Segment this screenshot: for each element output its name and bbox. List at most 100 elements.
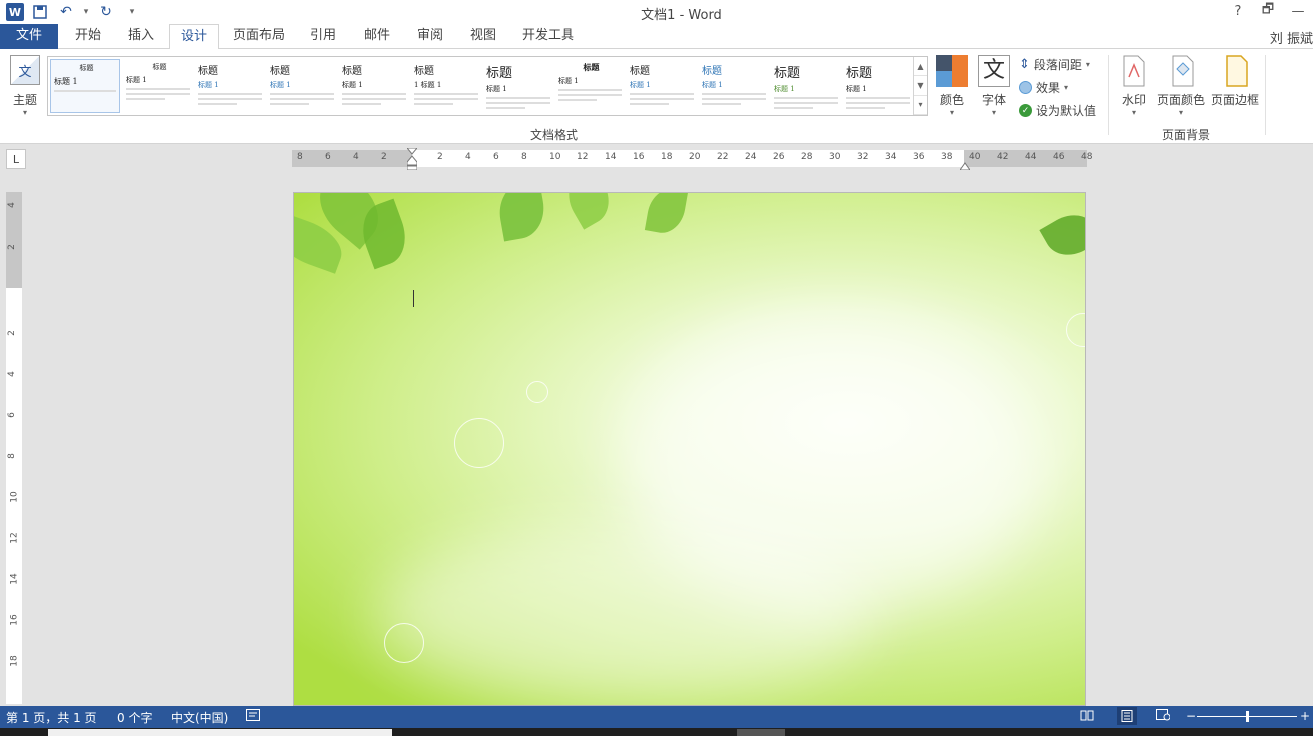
themes-button[interactable]: 文 主题 ▾ [8,55,42,117]
page-borders-button[interactable]: 页面边框 [1209,55,1261,108]
ruler-bar: L 8 6 4 2 2 4 6 8 10 12 14 16 18 20 22 24 26 28 30 32 34 36 38… [0,144,1313,174]
style-set-item[interactable]: 标题 标题 1 [195,59,265,113]
style-text-line [126,98,165,100]
read-mode-icon[interactable] [1080,709,1094,724]
user-name[interactable]: 刘 振斌 [1270,28,1313,47]
tab-developer[interactable]: 开发工具 [512,24,584,49]
page-color-button[interactable]: 页面颜色 ▾ [1155,55,1207,117]
style-text-line [774,107,813,109]
taskbar [0,728,1313,736]
style-set-item[interactable]: 标题 标题 1 [627,59,697,113]
ruler-number: 2 [381,152,387,162]
minimize-button[interactable]: — [1283,0,1313,22]
style-set-item[interactable]: 标题 标题 1 [555,59,625,113]
style-set-item[interactable]: 标题 标题 1 [699,59,769,113]
style-text-line [342,98,406,100]
macro-record-icon[interactable] [246,709,260,724]
style-set-item[interactable]: 标题 标题 1 [771,59,841,113]
ruler-number: 4 [6,371,17,377]
gallery-more-icon[interactable]: ▾ [914,96,927,115]
tab-review[interactable]: 审阅 [405,24,455,49]
style-heading: 标题 [630,66,650,77]
style-sub: 标题 1 [774,85,795,93]
style-text-line [774,97,838,99]
style-sub: 标题 1 [558,77,579,85]
bubble-decoration [526,381,548,403]
tab-home[interactable]: 开始 [62,24,114,49]
themes-icon: 文 [10,55,40,85]
language-indicator[interactable]: 中文(中国) [171,709,228,726]
ruler-number: 8 [297,152,303,162]
style-sub: 标题 1 [54,77,78,86]
gallery-scroll-down-icon[interactable]: ▼ [914,76,927,96]
style-set-item[interactable]: 标题 1 标题 1 [411,59,481,113]
set-as-default-button[interactable]: ✓ 设为默认值 [1019,102,1096,119]
style-set-item[interactable]: 标题 标题 1 [339,59,409,113]
fonts-button[interactable]: 文 字体 ▾ [977,55,1011,117]
word-count[interactable]: 0 个字 [117,709,152,726]
tab-selector-button[interactable]: L [6,149,26,169]
style-heading: 标题 [270,66,290,77]
style-sub: 1 标题 1 [414,81,442,89]
style-heading: 标题 [152,63,167,71]
zoom-out-button[interactable]: − [1186,709,1196,723]
tab-view[interactable]: 视图 [458,24,508,49]
taskbar-item[interactable] [48,729,392,736]
style-text-line [702,103,741,105]
print-layout-icon[interactable] [1117,707,1137,725]
ruler-number: 16 [9,614,20,626]
tab-references[interactable]: 引用 [298,24,348,49]
tab-page-layout[interactable]: 页面布局 [224,24,294,49]
ruler-number: 16 [633,152,645,162]
style-set-item[interactable]: 标题 标题 1 [267,59,337,113]
ruler-number: 6 [325,152,331,162]
style-sub: 标题 1 [630,81,651,89]
effects-button[interactable]: 效果 ▾ [1019,79,1068,96]
tab-file[interactable]: 文件 [0,24,58,49]
paragraph-spacing-button[interactable]: ⇕ 段落间距 ▾ [1019,56,1090,73]
style-set-item[interactable]: 标题 标题 1 [843,59,913,113]
tab-insert[interactable]: 插入 [115,24,167,49]
ruler-number: 18 [9,655,20,667]
ruler-number: 2 [6,244,17,250]
style-set-item[interactable]: 标题 标题 1 [123,59,193,113]
ruler-number: 38 [941,152,953,162]
tab-design[interactable]: 设计 [169,24,219,50]
document-page[interactable] [293,192,1086,706]
style-text-line [342,93,406,95]
indent-marker-icon[interactable] [405,147,419,171]
taskbar-item[interactable] [737,729,785,736]
style-text-line [558,94,622,96]
style-text-line [486,102,550,104]
set-as-default-label: 设为默认值 [1036,104,1097,118]
page-count[interactable]: 第 1 页，共 1 页 [6,709,97,726]
title-bar: W ↶ ▾ ↻ ▾ 文档1 - Word ? 🗗 — [0,0,1313,24]
web-layout-icon[interactable] [1156,709,1171,724]
style-heading: 标题 [198,66,218,77]
vertical-ruler[interactable]: 4 2 2 4 6 8 10 12 14 16 18 [6,192,22,704]
ruler-number: 30 [829,152,841,162]
style-text-line [774,102,838,104]
style-set-item[interactable]: 标题 标题 1 [50,59,120,113]
colors-icon [936,55,968,87]
colors-button[interactable]: 颜色 ▾ [934,55,970,117]
horizontal-ruler[interactable]: 8 6 4 2 2 4 6 8 10 12 14 16 18 20 22 24 26 28 30 32 34 36 38 40… [292,147,1092,171]
gallery-scroll-up-icon[interactable]: ▲ [914,57,927,77]
ruler-number: 4 [465,152,471,162]
paragraph-spacing-label: 段落间距 [1033,58,1082,72]
ruler-number: 4 [353,152,359,162]
zoom-slider-thumb[interactable] [1246,711,1249,722]
zoom-in-button[interactable]: + [1300,709,1310,723]
right-indent-marker-icon[interactable] [959,159,971,171]
tab-mailings[interactable]: 邮件 [352,24,402,49]
ruler-number: 6 [6,412,17,418]
ruler-number: 44 [1025,152,1037,162]
ribbon: 文 主题 ▾ 标题 标题 1 标题 标题 1 标题 标题 1 标题 标题 1 标… [0,49,1313,144]
page-color-label: 页面颜色 [1156,93,1205,107]
watermark-button[interactable]: 水印 ▾ [1118,55,1150,117]
help-button[interactable]: ? [1223,0,1253,22]
style-set-item[interactable]: 标题 标题 1 [483,59,553,113]
ribbon-display-button[interactable]: 🗗 [1253,0,1283,22]
ruler-number: 20 [689,152,701,162]
chevron-down-icon: ▾ [949,108,954,117]
